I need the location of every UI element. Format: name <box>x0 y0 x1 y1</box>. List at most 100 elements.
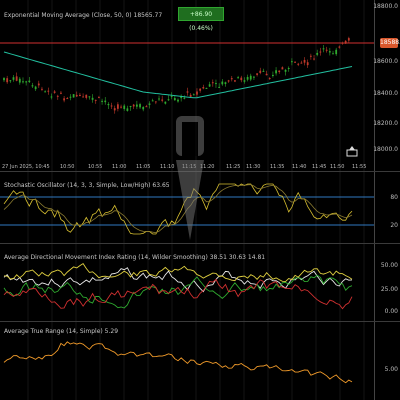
candle-body <box>120 106 122 108</box>
candle-body <box>75 94 78 97</box>
candle-body <box>177 99 179 102</box>
candle-body <box>123 105 126 109</box>
candle-body <box>208 84 211 87</box>
candle-body <box>15 76 18 81</box>
price-axis[interactable]: 18800.0 18600.0 18400.0 18200.0 18000.0 <box>373 0 400 171</box>
candle-body <box>341 42 344 44</box>
time-tick: 11:05 <box>136 164 151 170</box>
candle-body <box>142 106 145 110</box>
price-change-badge: +86.90 (0.46%) <box>178 7 224 32</box>
candle-body <box>116 104 119 109</box>
candle-body <box>300 62 303 64</box>
time-tick: 11:30 <box>246 164 261 170</box>
ema-line <box>3 51 353 99</box>
candle-body <box>328 51 331 53</box>
candle-body <box>218 86 221 88</box>
candle-body <box>161 99 164 101</box>
candle-body <box>69 96 72 98</box>
atr-axis[interactable]: 5.00 <box>374 322 400 400</box>
candle-body <box>202 87 205 89</box>
candle-body <box>135 104 138 107</box>
candle-body <box>275 70 277 74</box>
candle-body <box>44 91 47 93</box>
ema-label: Exponential Moving Average (Close, 50, 0… <box>4 12 163 19</box>
atr-panel[interactable]: Average True Range (14, Simple) 5.29 5.0… <box>0 322 400 400</box>
adx-tick: 25.00 <box>380 286 398 293</box>
candle-body <box>281 67 284 70</box>
time-tick: 11:50 <box>330 164 345 170</box>
price-tick: 18000.0 <box>373 146 398 153</box>
candle-body <box>338 46 341 48</box>
candle-body <box>196 91 198 95</box>
candle-body <box>347 38 350 41</box>
candle-body <box>259 70 262 73</box>
candle-body <box>164 101 167 104</box>
candle-body <box>186 91 189 93</box>
candle-body <box>53 91 56 93</box>
candle-body <box>332 53 334 55</box>
candle-body <box>107 103 110 106</box>
candle-body <box>215 83 217 85</box>
candle-body <box>63 98 66 101</box>
candle-body <box>154 101 157 103</box>
candle-body <box>246 77 249 80</box>
candle-body <box>94 99 97 101</box>
candle-body <box>303 59 306 63</box>
candle-body <box>240 77 243 81</box>
candle-body <box>88 96 91 98</box>
candle-body <box>265 73 268 76</box>
candle-body <box>25 81 28 83</box>
candle-body <box>253 76 255 78</box>
candle-body <box>132 104 135 107</box>
candle-body <box>98 97 100 99</box>
candle-body <box>316 52 319 55</box>
candle-body <box>72 94 75 98</box>
stochastic-label: Stochastic Oscillator (14, 3, 3, Simple,… <box>4 182 170 189</box>
time-tick: 11:45 <box>312 164 327 170</box>
adx-tick: 0.00 <box>384 308 398 315</box>
candle-body <box>294 61 296 63</box>
atr-tick: 5.00 <box>384 366 398 373</box>
candle-body <box>344 40 347 44</box>
candle-body <box>205 87 208 89</box>
candle-body <box>22 81 24 83</box>
candle-body <box>37 83 40 86</box>
candle-body <box>18 78 21 83</box>
adx-label: Average Directional Movement Index Ratin… <box>4 254 266 261</box>
candle-body <box>34 86 37 90</box>
adx-panel[interactable]: Average Directional Movement Index Ratin… <box>0 244 400 322</box>
atr-line <box>3 341 353 384</box>
candle-body <box>31 85 34 87</box>
price-tick: 18800.0 <box>373 3 398 10</box>
candle-body <box>227 80 230 82</box>
time-tick: 10:55 <box>88 164 103 170</box>
adx-tick: 50.00 <box>380 262 398 269</box>
candle-body <box>110 105 113 107</box>
candle-body <box>129 105 132 108</box>
candle-body <box>284 69 287 72</box>
candle-body <box>262 70 265 72</box>
adx-axis[interactable]: 50.00 25.00 0.00 <box>374 244 400 321</box>
candle-body <box>325 49 328 51</box>
candle-body <box>268 78 271 80</box>
candle-body <box>183 97 186 99</box>
trading-chart-window: Exponential Moving Average (Close, 50, 0… <box>0 0 400 400</box>
candle-body <box>167 99 170 101</box>
candle-body <box>249 75 252 80</box>
candle-body <box>278 70 281 73</box>
stoch-tick: 20 <box>390 222 398 229</box>
candle-body <box>297 63 300 65</box>
stochastic-axis[interactable]: 80 20 <box>374 172 400 243</box>
candle-body <box>3 78 5 81</box>
time-tick: 11:40 <box>292 164 307 170</box>
candle-body <box>173 98 176 101</box>
logo-watermark <box>170 108 210 248</box>
atr-label: Average True Range (14, Simple) 5.29 <box>4 328 119 335</box>
candle-body <box>12 77 15 80</box>
candle-body <box>272 74 274 76</box>
candle-body <box>82 96 84 98</box>
scroll-to-latest-icon[interactable] <box>346 145 358 157</box>
candle-body <box>50 96 53 98</box>
candle-body <box>221 81 224 85</box>
price-tick: 18400.0 <box>373 90 398 97</box>
